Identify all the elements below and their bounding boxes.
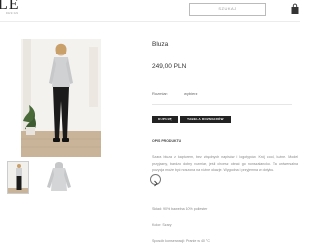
buy-button[interactable]: KUPUJĘ (152, 116, 178, 123)
brand-tagline: DESIGN (6, 12, 19, 15)
description-heading: OPIS PRODUKTU (152, 139, 182, 143)
shopping-bag-icon[interactable] (290, 2, 300, 14)
product-color: Kolor: Szary (152, 223, 172, 227)
header-divider (0, 21, 300, 22)
gallery-next-button[interactable] (150, 174, 161, 187)
info-divider (152, 104, 292, 105)
search-placeholder: SZUKAJ (218, 6, 237, 11)
size-table-button[interactable]: TABELA ROZMIARÓW (180, 116, 231, 123)
chevron-right-icon (154, 180, 158, 187)
product-main-image[interactable] (21, 39, 101, 157)
product-care: Sposób konserwacji: Pranie w 40 °C (152, 239, 210, 243)
product-thumbnail-hoodie[interactable] (44, 161, 74, 194)
product-title: Bluza (152, 41, 169, 48)
search-input[interactable]: SZUKAJ (189, 3, 266, 16)
product-description: Szara bluza z kapturem, bez zbędnych nap… (152, 155, 298, 172)
size-select[interactable]: wybierz (184, 91, 198, 96)
product-price: 249,00 PLN (152, 63, 187, 70)
product-composition: Skład: 90% bawełna 10% poliester (152, 207, 208, 211)
product-thumbnail-model[interactable] (7, 161, 29, 194)
size-label: Rozmiar: (152, 91, 169, 96)
